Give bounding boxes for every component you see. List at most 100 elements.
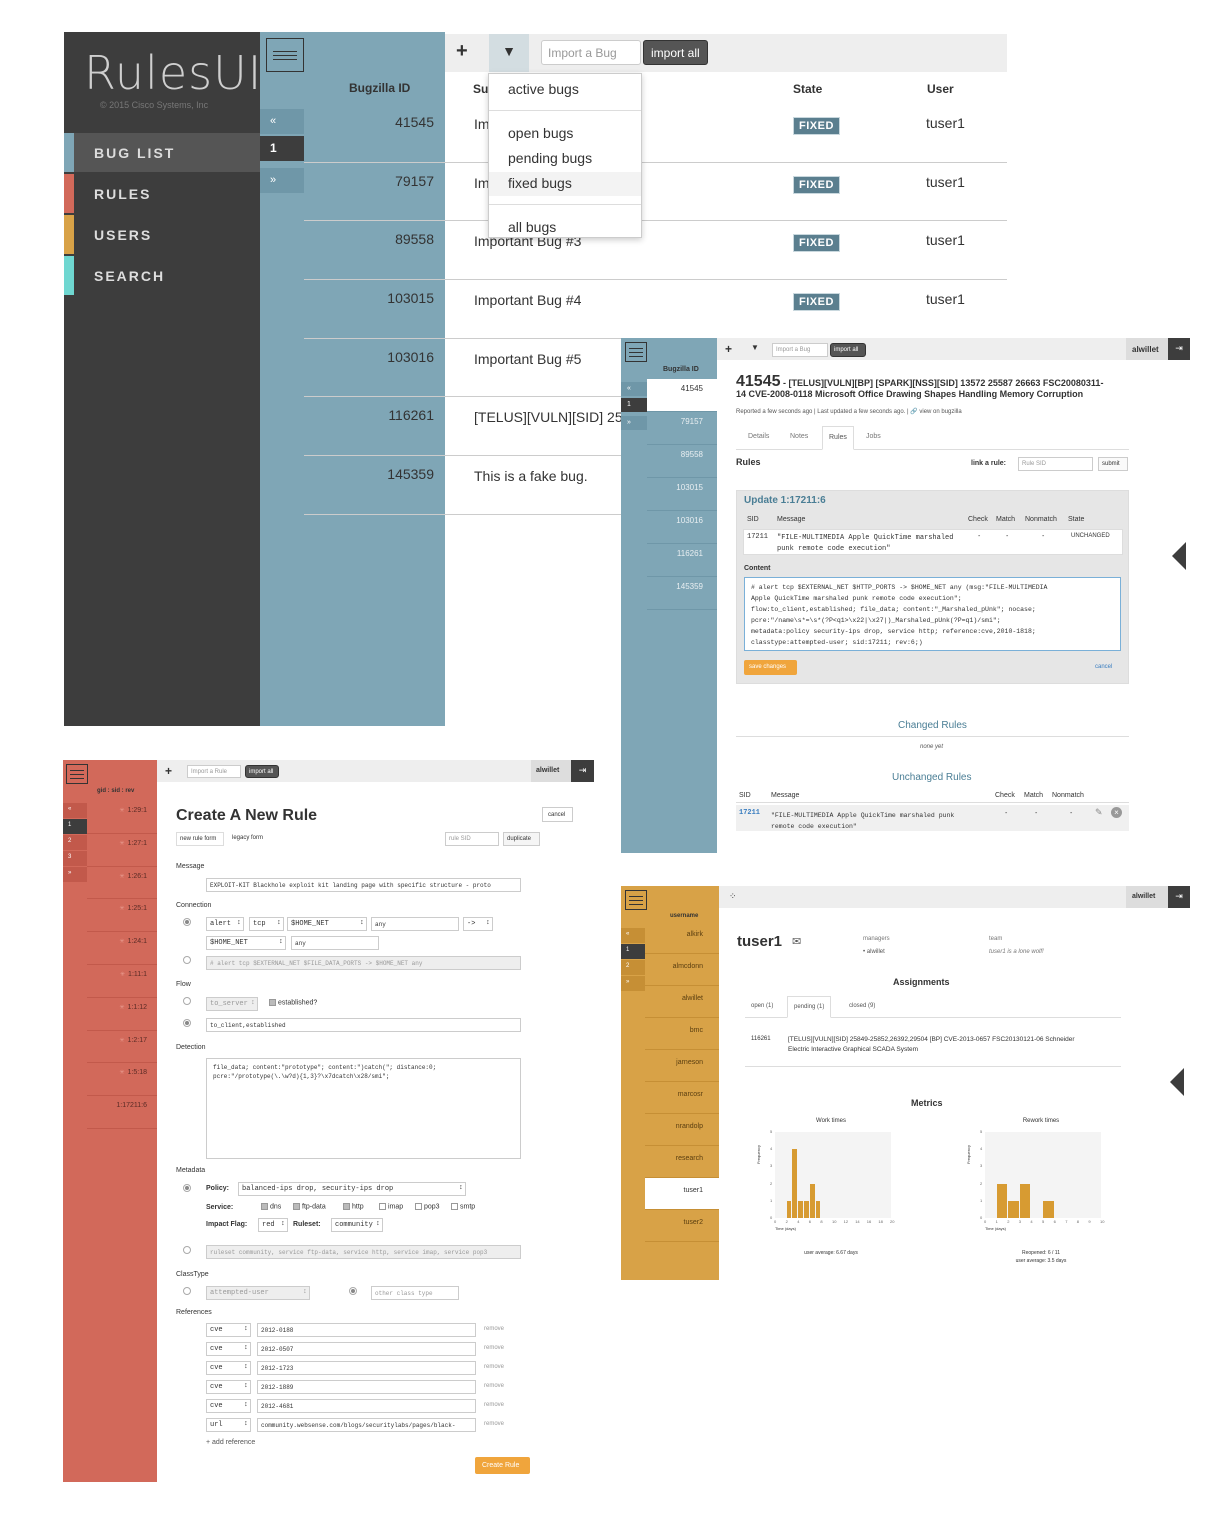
col-state[interactable]: State [793, 82, 822, 96]
user-list-item[interactable]: alkirk [645, 922, 719, 954]
rule-star-icon[interactable]: ✳ [120, 972, 125, 978]
remove-reference-link[interactable]: remove [484, 1364, 504, 1370]
reference-type-select[interactable]: url [206, 1418, 251, 1432]
pager-page-1[interactable]: 1 [621, 398, 647, 412]
bug-meta[interactable]: Reported a few seconds ago | Last update… [736, 408, 962, 415]
user-list-item[interactable]: bmc [645, 1018, 719, 1050]
flow-raw-input[interactable]: to_client,established [206, 1018, 521, 1032]
filter-icon[interactable]: ▼ [489, 34, 529, 72]
reference-value-input[interactable]: 2012-1889 [257, 1380, 476, 1394]
create-rule-button[interactable]: Create Rule [475, 1457, 530, 1474]
tab-jobs[interactable]: Jobs [860, 426, 887, 450]
collapse-arrow-icon[interactable] [1172, 542, 1186, 570]
rule-content-textarea[interactable]: # alert tcp $EXTERNAL_NET $HTTP_PORTS ->… [744, 577, 1121, 651]
reference-value-input[interactable]: 2012-0188 [257, 1323, 476, 1337]
nav-item-bug-list[interactable]: BUG LIST [64, 133, 260, 172]
add-icon[interactable]: + [165, 764, 172, 778]
bug-user[interactable]: tuser1 [926, 174, 965, 190]
duplicate-button[interactable]: duplicate [503, 832, 540, 846]
add-icon[interactable]: + [456, 40, 468, 63]
rule-list-item[interactable]: ✳ 1:29:1 [87, 801, 157, 834]
rule-star-icon[interactable]: ✳ [120, 808, 125, 814]
import-rule-input[interactable]: Import a Rule [187, 765, 241, 778]
other-class-input[interactable]: other class type [371, 1286, 459, 1300]
remove-reference-link[interactable]: remove [484, 1421, 504, 1427]
rule-list-item[interactable]: ✳ 1:2:17 [87, 1031, 157, 1064]
service-checkbox-pop3[interactable]: pop3 [415, 1203, 440, 1210]
bug-summary[interactable]: Important Bug #4 [474, 292, 684, 309]
user-list-item[interactable]: alwillet [645, 986, 719, 1018]
hamburger-icon[interactable] [625, 890, 647, 910]
rule-sid-input[interactable]: rule SID [445, 832, 499, 846]
import-bug-input[interactable]: Import a Bug [541, 40, 641, 65]
connection-radio-fields[interactable] [183, 918, 191, 926]
classtype-radio-other[interactable] [349, 1287, 357, 1295]
nav-item-search[interactable]: SEARCH [64, 256, 260, 295]
flow-radio-fields[interactable] [183, 997, 191, 1005]
cancel-link[interactable]: cancel [1095, 664, 1112, 670]
pager-next[interactable]: » [260, 168, 304, 193]
filter-option-all-bugs[interactable]: all bugs [489, 216, 641, 240]
pager-next[interactable]: » [63, 867, 87, 882]
tab-closed[interactable]: closed (9) [843, 996, 881, 1018]
remove-icon[interactable]: × [1111, 807, 1122, 818]
bug-id-item[interactable]: 103016 [647, 511, 717, 544]
save-changes-button[interactable]: save changes [744, 660, 797, 675]
tab-details[interactable]: Details [742, 426, 775, 450]
tab-new-rule-form[interactable]: new rule form [176, 832, 224, 846]
add-reference-link[interactable]: + add reference [206, 1439, 255, 1446]
metadata-radio-raw[interactable] [183, 1246, 191, 1254]
metadata-radio-fields[interactable] [183, 1184, 191, 1192]
pager-page-2[interactable]: 2 [63, 835, 87, 850]
src-net-select[interactable]: $HOME_NET [287, 917, 367, 931]
bug-id-item[interactable]: 103015 [647, 478, 717, 511]
user-list-item[interactable]: almcdonn [645, 954, 719, 986]
flow-select[interactable]: to_server [206, 997, 258, 1011]
col-bugzilla-id[interactable]: Bugzilla ID [663, 366, 699, 373]
flow-radio-raw[interactable] [183, 1019, 191, 1027]
table-row[interactable]: 103015 Important Bug #4 FIXED tuser1 [304, 280, 1007, 339]
hamburger-icon[interactable] [66, 764, 88, 784]
pager-page-2[interactable]: 2 [621, 960, 645, 975]
pager-page-1[interactable]: 1 [260, 136, 304, 161]
pager-prev[interactable]: « [621, 382, 647, 396]
unchanged-row-sid[interactable]: 17211 [739, 809, 760, 817]
rule-list-item[interactable]: ✳ 1:1:12 [87, 998, 157, 1031]
bug-id-item[interactable]: 79157 [647, 412, 717, 445]
bug-id-item[interactable]: 89558 [647, 445, 717, 478]
tab-open[interactable]: open (1) [745, 996, 779, 1018]
src-port-input[interactable]: any [371, 917, 459, 931]
logout-icon[interactable]: ⇥ [1168, 886, 1190, 908]
cancel-button[interactable]: cancel [542, 807, 573, 822]
reference-type-select[interactable]: cve [206, 1380, 251, 1394]
connection-radio-raw[interactable] [183, 956, 191, 964]
bug-user[interactable]: tuser1 [926, 291, 965, 307]
user-menu[interactable]: alwillet [531, 760, 571, 782]
import-all-button[interactable]: import all [245, 765, 279, 778]
service-checkbox-smtp[interactable]: smtp [451, 1203, 475, 1210]
user-menu[interactable]: alwillet [1126, 338, 1168, 360]
hamburger-icon[interactable] [266, 38, 304, 72]
user-list-item[interactable]: jarneson [645, 1050, 719, 1082]
filter-option-pending-bugs[interactable]: pending bugs [489, 147, 641, 171]
dst-net-select[interactable]: $HOME_NET [206, 936, 286, 950]
user-list-item[interactable]: tuser2 [645, 1210, 719, 1242]
impact-flag-select[interactable]: red [258, 1218, 288, 1232]
import-all-button[interactable]: import all [643, 40, 708, 65]
reference-value-input[interactable]: community.websense.com/blogs/securitylab… [257, 1418, 476, 1432]
tab-legacy-form[interactable]: legacy form [229, 832, 277, 846]
rule-list-item[interactable]: ✳ 1:5:18 [87, 1063, 157, 1097]
rule-list-item[interactable]: ✳ 1:25:1 [87, 899, 157, 933]
filter-option-open-bugs[interactable]: open bugs [489, 122, 641, 146]
col-user[interactable]: User [927, 82, 954, 96]
policy-select[interactable]: balanced-ips drop, security-ips drop [238, 1182, 466, 1196]
remove-reference-link[interactable]: remove [484, 1326, 504, 1332]
reference-value-input[interactable]: 2012-4681 [257, 1399, 476, 1413]
ruleset-select[interactable]: community [331, 1218, 383, 1232]
filter-option-fixed-bugs[interactable]: fixed bugs [489, 172, 641, 196]
logout-icon[interactable]: ⇥ [571, 760, 594, 782]
action-select[interactable]: alert [206, 917, 244, 931]
service-checkbox-imap[interactable]: imap [379, 1203, 403, 1210]
connection-raw-input[interactable]: # alert tcp $EXTERNAL_NET $FILE_DATA_POR… [206, 956, 521, 970]
established-checkbox[interactable]: established? [269, 999, 317, 1006]
